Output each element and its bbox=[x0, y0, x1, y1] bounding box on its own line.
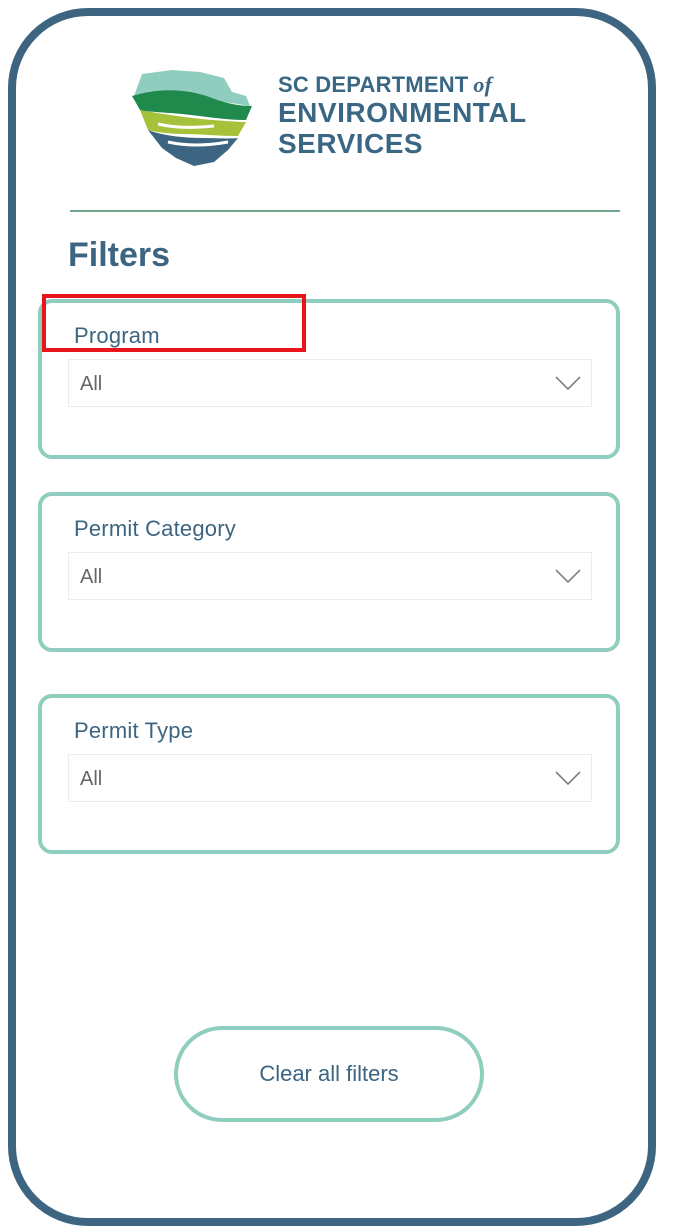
filter-card-permit-category: Permit Category All bbox=[38, 492, 620, 652]
permit-type-dropdown[interactable]: All bbox=[68, 754, 592, 802]
filter-label-permit-type: Permit Type bbox=[74, 718, 194, 743]
filter-label-program: Program bbox=[74, 323, 160, 348]
agency-name-line1-text: SC DEPARTMENT bbox=[278, 72, 469, 97]
permit-type-dropdown-value: All bbox=[80, 768, 103, 790]
agency-name: SC DEPARTMENT of ENVIRONMENTAL SERVICES bbox=[278, 74, 527, 158]
permit-category-dropdown[interactable]: All bbox=[68, 552, 592, 600]
agency-name-line2: ENVIRONMENTAL bbox=[278, 97, 527, 128]
agency-name-of: of bbox=[473, 72, 493, 97]
state-map-logo-icon bbox=[132, 70, 252, 166]
agency-logo: SC DEPARTMENT of ENVIRONMENTAL SERVICES bbox=[128, 66, 548, 170]
chevron-down-icon bbox=[555, 376, 581, 391]
clear-all-filters-button[interactable]: Clear all filters bbox=[174, 1026, 484, 1122]
header-divider bbox=[70, 210, 620, 212]
chevron-down-icon bbox=[555, 569, 581, 584]
chevron-down-icon bbox=[555, 771, 581, 786]
filter-card-program: Program All bbox=[38, 299, 620, 459]
program-dropdown-value: All bbox=[80, 373, 103, 395]
filter-card-permit-type: Permit Type All bbox=[38, 694, 620, 854]
agency-name-line3: SERVICES bbox=[278, 128, 424, 159]
permit-category-dropdown-value: All bbox=[80, 566, 103, 588]
filters-title: Filters bbox=[68, 236, 171, 274]
program-dropdown[interactable]: All bbox=[68, 359, 592, 407]
filter-label-permit-category: Permit Category bbox=[74, 516, 236, 541]
agency-name-line1: SC DEPARTMENT of bbox=[278, 74, 527, 96]
